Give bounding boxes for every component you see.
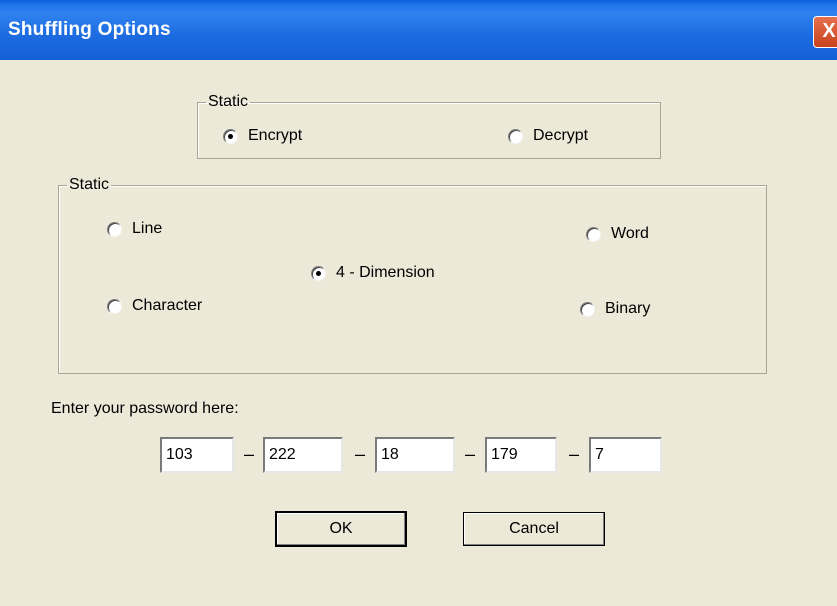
password-field-5[interactable] — [589, 437, 662, 473]
close-icon: X — [822, 20, 836, 42]
radio-button-icon — [580, 301, 595, 317]
password-field-2[interactable] — [263, 437, 343, 473]
word-label: Word — [611, 225, 649, 242]
title-bar[interactable]: Shuffling Options X — [0, 0, 837, 60]
separator-dash: – — [244, 444, 255, 464]
decrypt-radio[interactable]: Decrypt — [508, 127, 588, 145]
method-group-legend: Static — [69, 176, 110, 193]
binary-radio[interactable]: Binary — [580, 300, 650, 318]
separator-dash: – — [569, 444, 580, 464]
password-field-1[interactable] — [160, 437, 234, 473]
radio-button-icon — [223, 128, 238, 144]
password-label: Enter your password here: — [51, 400, 239, 417]
mode-group: Static — [197, 93, 661, 159]
binary-label: Binary — [605, 300, 651, 317]
line-label: Line — [132, 220, 163, 237]
mode-group-legend: Static — [208, 93, 249, 110]
encrypt-label: Encrypt — [248, 127, 303, 144]
separator-dash: – — [465, 444, 476, 464]
radio-button-icon — [586, 226, 601, 242]
four-dimension-radio[interactable]: 4 - Dimension — [311, 264, 435, 282]
ok-button[interactable]: OK — [275, 511, 407, 547]
radio-button-icon — [107, 298, 122, 314]
radio-button-icon — [107, 221, 122, 237]
line-radio[interactable]: Line — [107, 220, 162, 238]
word-radio[interactable]: Word — [586, 225, 649, 243]
separator-dash: – — [355, 444, 366, 464]
window-title: Shuffling Options — [8, 19, 171, 40]
character-label: Character — [132, 297, 203, 314]
radio-button-icon — [311, 265, 326, 281]
character-radio[interactable]: Character — [107, 297, 202, 315]
cancel-button[interactable]: Cancel — [463, 512, 605, 546]
close-button[interactable]: X — [813, 16, 837, 48]
decrypt-label: Decrypt — [533, 127, 589, 144]
four-dimension-label: 4 - Dimension — [336, 264, 435, 281]
password-field-3[interactable] — [375, 437, 455, 473]
encrypt-radio[interactable]: Encrypt — [223, 127, 302, 145]
radio-button-icon — [508, 128, 523, 144]
password-field-4[interactable] — [485, 437, 557, 473]
